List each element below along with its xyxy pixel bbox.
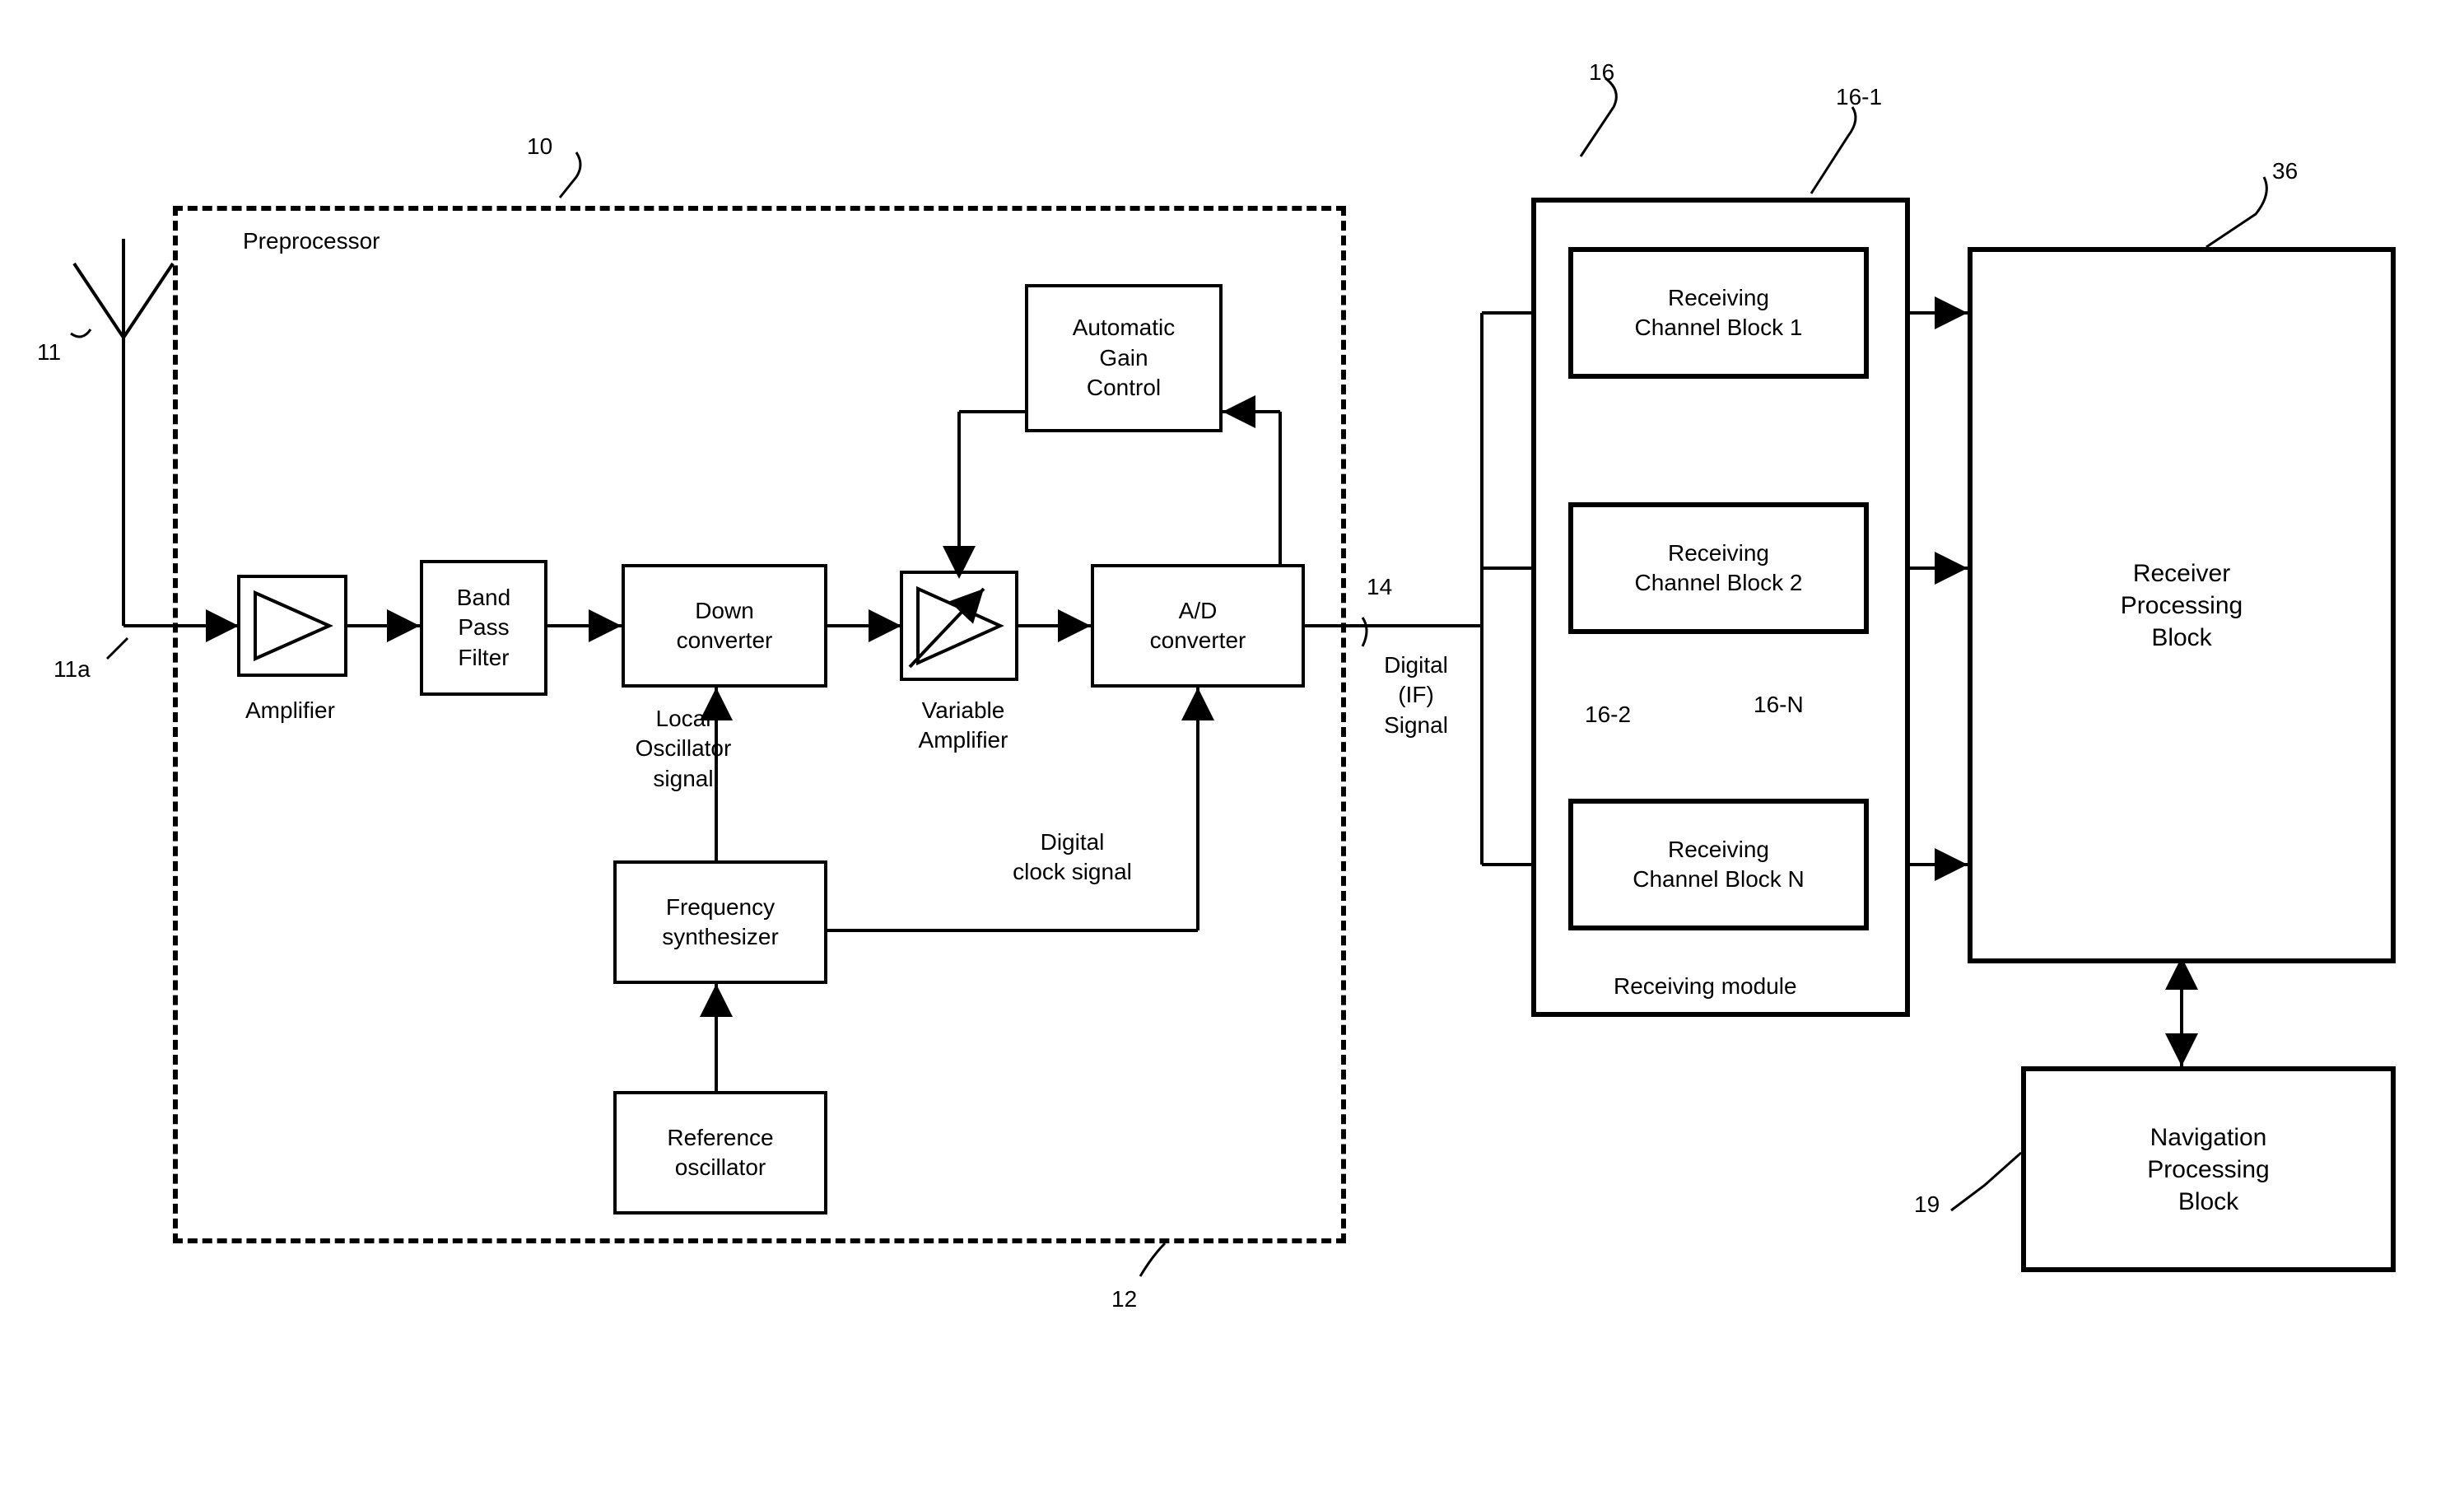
- preprocessor-label: Preprocessor: [243, 226, 380, 256]
- bpf-label: Band Pass Filter: [457, 583, 510, 673]
- nav-proc-box: Navigation Processing Block: [2021, 1066, 2396, 1272]
- rx-ch2-label: Receiving Channel Block 2: [1635, 539, 1803, 599]
- local-osc-label: Local Oscillator signal: [609, 704, 757, 794]
- agc-label: Automatic Gain Control: [1073, 313, 1176, 403]
- amplifier-label: Amplifier: [245, 696, 335, 725]
- ref-11: 11: [37, 338, 61, 367]
- rx-proc-box: Receiver Processing Block: [1968, 247, 2396, 963]
- ref-16-N: 16-N: [1754, 690, 1804, 720]
- ref-12: 12: [1111, 1285, 1137, 1314]
- freq-synth-box: Frequency synthesizer: [613, 860, 827, 984]
- rx-ch1-label: Receiving Channel Block 1: [1635, 283, 1803, 343]
- freq-synth-label: Frequency synthesizer: [662, 893, 779, 953]
- down-converter-box: Down converter: [622, 564, 827, 688]
- rx-chN-box: Receiving Channel Block N: [1568, 799, 1869, 930]
- diagram-canvas: Preprocessor 10 11 11a Amplifier Band Pa…: [0, 0, 2464, 1506]
- ref-osc-label: Reference oscillator: [667, 1123, 773, 1183]
- bpf-box: Band Pass Filter: [420, 560, 547, 696]
- ref-16-1: 16-1: [1836, 82, 1882, 112]
- ad-converter-box: A/D converter: [1091, 564, 1305, 688]
- ref-36: 36: [2272, 156, 2298, 186]
- digital-clock-label: Digital clock signal: [971, 828, 1173, 888]
- rx-ch2-box: Receiving Channel Block 2: [1568, 502, 1869, 634]
- ad-converter-label: A/D converter: [1150, 596, 1246, 656]
- ref-11a: 11a: [54, 655, 91, 684]
- ref-14: 14: [1367, 572, 1392, 602]
- down-converter-label: Down converter: [677, 596, 773, 656]
- ref-19: 19: [1914, 1190, 1940, 1219]
- digital-if-label: Digital (IF) Signal: [1362, 650, 1470, 740]
- ref-16: 16: [1589, 58, 1614, 87]
- rx-ch1-box: Receiving Channel Block 1: [1568, 247, 1869, 379]
- var-amp-label: Variable Amplifier: [893, 696, 1033, 756]
- ref-16-2: 16-2: [1585, 700, 1631, 730]
- ref-osc-box: Reference oscillator: [613, 1091, 827, 1215]
- rx-chN-label: Receiving Channel Block N: [1633, 835, 1805, 895]
- agc-box: Automatic Gain Control: [1025, 284, 1223, 432]
- rx-module-label: Receiving module: [1614, 972, 1797, 1001]
- ref-10: 10: [527, 132, 552, 161]
- nav-proc-label: Navigation Processing Block: [2147, 1121, 2269, 1218]
- rx-proc-label: Receiver Processing Block: [2121, 557, 2243, 654]
